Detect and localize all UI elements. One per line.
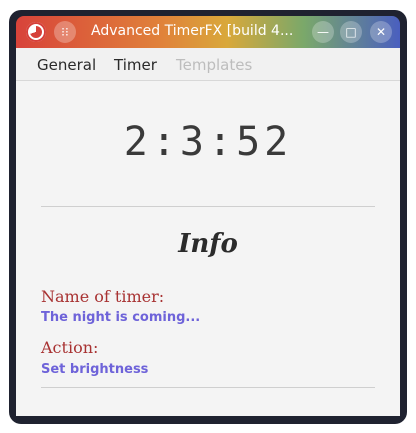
minimize-button[interactable]: — bbox=[312, 21, 334, 43]
title-bar[interactable]: ⁝⁝ Advanced TimerFX [build 4... — □ ✕ bbox=[16, 16, 400, 48]
close-button[interactable]: ✕ bbox=[370, 21, 392, 43]
maximize-button[interactable]: □ bbox=[340, 21, 362, 43]
menu-general[interactable]: General bbox=[37, 56, 96, 74]
action-value: Set brightness bbox=[41, 362, 149, 377]
menu-templates: Templates bbox=[176, 56, 253, 74]
action-label: Action: bbox=[41, 338, 99, 357]
window-menu-button[interactable]: ⁝⁝ bbox=[54, 21, 76, 43]
divider bbox=[41, 387, 375, 388]
timer-name-value: The night is coming... bbox=[41, 310, 201, 325]
info-heading: Info bbox=[178, 229, 238, 259]
timer-name-label: Name of timer: bbox=[41, 287, 165, 306]
timer-display: 2:3:52 bbox=[123, 119, 293, 165]
menu-timer[interactable]: Timer bbox=[114, 56, 157, 74]
app-timer-icon bbox=[26, 22, 46, 42]
main-content: 2:3:52 Info Name of timer: The night is … bbox=[16, 81, 400, 416]
window-title: Advanced TimerFX [build 4... bbox=[91, 23, 294, 39]
menu-bar: General Timer Templates bbox=[16, 48, 400, 81]
divider bbox=[41, 206, 375, 207]
